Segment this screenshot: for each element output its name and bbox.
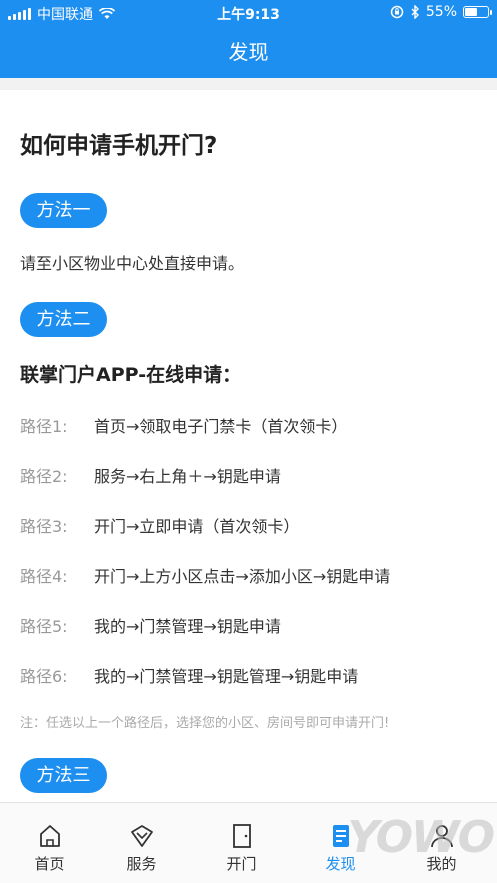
battery-fill [465, 8, 478, 16]
path-row: 路径2: 服务→右上角＋→钥匙申请 [20, 463, 480, 486]
status-bar: 中国联通 上午9:13 55% [0, 0, 497, 26]
method2-note: 注：任选以上一个路径后，选择您的小区、房间号即可申请开门! [20, 716, 390, 731]
path-value: 首页→领取电子门禁卡（首次领卡） [94, 417, 348, 436]
path-row: 路径4: 开门→上方小区点击→添加小区→钥匙申请 [20, 563, 480, 586]
method1-text: 请至小区物业中心处直接申请。 [20, 254, 245, 273]
article-title: 如何申请手机开门? [20, 133, 218, 159]
method3-badge: 方法三 [20, 758, 107, 793]
header-divider [0, 78, 497, 90]
path-label: 路径3: [20, 517, 68, 536]
watermark-logo: YOWO [347, 812, 495, 863]
path-label: 路径6: [20, 667, 68, 686]
tab-label: 首页 [34, 855, 65, 873]
path-label: 路径2: [20, 467, 68, 486]
path-value: 开门→立即申请（首次领卡） [94, 517, 300, 536]
door-icon [232, 824, 251, 848]
tab-service[interactable]: 服务 [92, 803, 191, 883]
method1-badge: 方法一 [20, 193, 107, 228]
path-label: 路径5: [20, 617, 68, 636]
diamond-icon [130, 825, 153, 847]
method2-badge: 方法二 [20, 302, 107, 337]
home-icon [39, 825, 60, 847]
battery-percent: 55% [425, 4, 457, 20]
path-label: 路径1: [20, 417, 68, 436]
method2-subhead: 联掌门户APP-在线申请： [20, 364, 242, 386]
path-row: 路径6: 我的→门禁管理→钥匙管理→钥匙申请 [20, 663, 480, 686]
tab-open-door[interactable]: 开门 [192, 803, 291, 883]
battery-icon [463, 6, 492, 18]
status-right: 55% [390, 4, 492, 20]
bluetooth-icon [411, 5, 419, 19]
path-label: 路径4: [20, 567, 68, 586]
article-content[interactable]: 如何申请手机开门? 方法一 请至小区物业中心处直接申请。 方法二 联掌门户APP… [0, 90, 497, 802]
path-row: 路径1: 首页→领取电子门禁卡（首次领卡） [20, 413, 480, 436]
path-value: 开门→上方小区点击→添加小区→钥匙申请 [94, 567, 391, 586]
tab-label: 开门 [226, 855, 257, 873]
tab-home[interactable]: 首页 [0, 803, 99, 883]
top-bar: 中国联通 上午9:13 55% 发现 [0, 0, 497, 78]
path-row: 路径3: 开门→立即申请（首次领卡） [20, 513, 480, 536]
path-value: 我的→门禁管理→钥匙申请 [94, 617, 281, 636]
orientation-lock-icon [390, 5, 404, 19]
path-value: 我的→门禁管理→钥匙管理→钥匙申请 [94, 667, 359, 686]
path-value: 服务→右上角＋→钥匙申请 [94, 467, 281, 486]
path-row: 路径5: 我的→门禁管理→钥匙申请 [20, 613, 480, 636]
page-title-nav: 发现 [228, 40, 269, 64]
tab-label: 服务 [126, 855, 157, 873]
